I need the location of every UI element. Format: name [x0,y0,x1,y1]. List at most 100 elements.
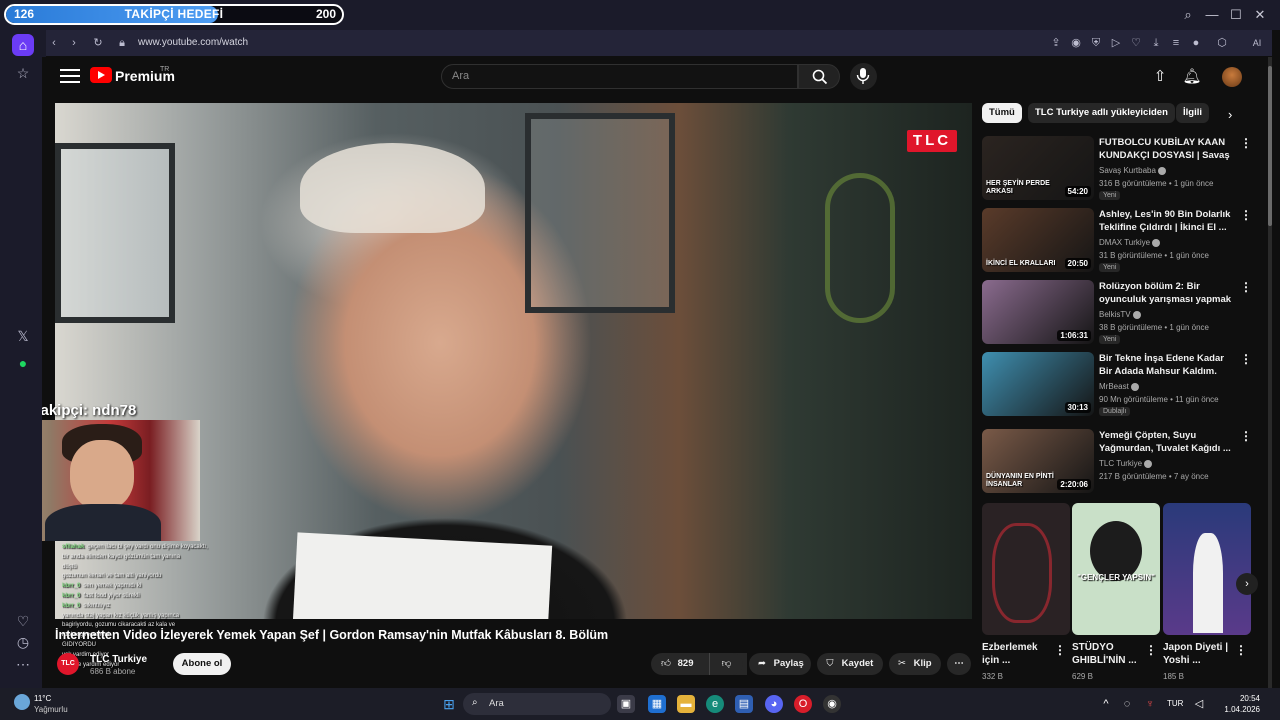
video-title-link[interactable]: Rolüzyon bölüm 2: Bir oyunculuk yarışmas… [1099,281,1232,307]
video-channel[interactable]: Savaş Kurtbaba [1099,166,1166,175]
video-player[interactable]: TLC [55,103,972,619]
short-more-icon[interactable]: ⋮ [1054,643,1066,657]
notifications-icon[interactable]: 🔔︎ [1182,67,1202,87]
recommended-video[interactable]: 1:06:31 Rolüzyon bölüm 2: Bir oyunculuk y… [982,280,1264,348]
channel-avatar[interactable]: TLC [57,653,79,675]
store-icon[interactable]: ▤ [735,695,753,713]
video-title-link[interactable]: Yemeği Çöpten, Suyu Yağmurdan, Tuvalet K… [1099,430,1232,455]
taskbar-search-input[interactable]: ⌕ Ara [463,693,611,715]
short-thumbnail[interactable] [982,503,1070,635]
short-title[interactable]: STÜDYO GHIBLİ'NİN ... [1072,641,1142,667]
short-more-icon[interactable]: ⋮ [1235,643,1247,657]
more-options-icon[interactable]: ⋮ [1240,280,1252,294]
weather-icon[interactable] [14,694,30,710]
snapshot-icon[interactable]: ◉ [1068,35,1084,51]
recommended-video[interactable]: HER ŞEYİN PERDE ARKASI 54:20 FUTBOLCU KUBİ… [982,136,1264,204]
video-thumbnail[interactable]: 30:13 [982,352,1094,416]
chevron-right-icon[interactable]: › [1228,107,1232,122]
home-icon[interactable]: ⌂ [12,34,34,56]
chip-from-uploader[interactable]: TLC Turkiye adlı yükleyiciden [1028,103,1175,123]
video-thumbnail[interactable]: İKİNCİ EL KRALLARI 20:50 [982,208,1094,272]
profile-icon[interactable]: ● [1188,35,1204,51]
weather-temp[interactable]: 11°C [34,694,51,703]
video-title-link[interactable]: Ashley, Les'in 90 Bin Dolarlık Teklifine… [1099,209,1232,234]
minimize-icon[interactable]: — [1203,6,1221,24]
voice-search-button[interactable] [850,63,877,90]
video-channel[interactable]: MrBeast [1099,382,1139,391]
video-channel[interactable]: DMAX Turkiye [1099,238,1161,247]
short-thumbnail[interactable]: "GENÇLER YAPSIN" [1072,503,1160,635]
account-avatar[interactable] [1222,67,1242,87]
shield-icon[interactable]: ⛨ [1088,35,1104,51]
widgets-icon[interactable]: ▦ [648,695,666,713]
windows-start-icon[interactable]: ⊞ [440,695,458,713]
search-input[interactable]: Ara [441,64,798,89]
network-tray-icon[interactable]: ◌ [1120,695,1134,713]
short-title[interactable]: Ezberlemek için ... [982,641,1052,667]
youtube-logo-icon[interactable] [90,67,112,83]
heart-icon[interactable]: ♡ [12,610,34,632]
menu-icon[interactable] [60,69,80,83]
clock-date[interactable]: 1.04.2026 [1220,705,1260,714]
more-actions-button[interactable]: ⋯ [947,653,971,675]
clip-button[interactable]: ✂ Klip [889,653,941,675]
back-icon[interactable]: ‹ [46,35,62,51]
save-button[interactable]: ⛉ Kaydet [817,653,883,675]
task-view-icon[interactable]: ▣ [617,695,635,713]
video-channel[interactable]: TLC Turkiye [1099,459,1153,468]
more-options-icon[interactable]: ⋮ [1240,352,1252,366]
more-options-icon[interactable]: ⋮ [1240,208,1252,222]
share-button[interactable]: ➦ Paylaş [749,653,811,675]
video-thumbnail[interactable]: HER ŞEYİN PERDE ARKASI 54:20 [982,136,1094,200]
video-title-link[interactable]: FUTBOLCU KUBİLAY KAAN KUNDAKÇI DOSYASI |… [1099,137,1232,163]
maximize-icon[interactable]: ☐ [1227,6,1245,24]
weather-desc[interactable]: Yağmurlu [34,705,68,714]
video-thumbnail[interactable]: 1:06:31 [982,280,1094,344]
close-icon[interactable]: ✕ [1251,6,1269,24]
input-language[interactable]: TUR [1167,699,1183,708]
chip-all[interactable]: Tümü [982,103,1022,123]
short-thumbnail[interactable] [1163,503,1251,635]
channel-name[interactable]: TLC Turkiye [90,654,147,665]
obs-icon[interactable]: ◉ [823,695,841,713]
easy-setup-icon[interactable]: ≡ [1168,35,1184,51]
forward-icon[interactable]: › [66,35,82,51]
chip-related[interactable]: İlgili [1176,103,1209,123]
browser-search-icon[interactable]: ⌕ [1179,6,1197,24]
upload-icon[interactable]: ⇧ [1150,67,1170,87]
short-title[interactable]: Japon Diyeti | Yoshi ... [1163,641,1233,667]
more-options-icon[interactable]: ⋮ [1240,429,1252,443]
discord-icon[interactable]: ◕ [765,695,783,713]
edge-icon[interactable]: e [706,695,724,713]
video-channel[interactable]: BelkisTV [1099,310,1141,319]
subscribe-button[interactable]: Abone ol [173,653,231,675]
spotify-icon[interactable]: ● [12,352,34,374]
download-icon[interactable]: ⤓ [1148,35,1164,51]
dislike-button[interactable]: 👎︎ [709,653,743,675]
more-icon[interactable]: ⋯ [12,653,34,675]
shorts-next-icon[interactable]: › [1236,573,1258,595]
opera-icon[interactable]: O [794,695,812,713]
speaker-tray-icon[interactable]: ◁ [1192,695,1206,713]
aria-ai-button[interactable]: AI [1244,35,1270,51]
clock-time[interactable]: 20:54 [1220,694,1260,703]
tray-chevron-icon[interactable]: ^ [1100,695,1112,713]
recommended-video[interactable]: 30:13 Bir Tekne İnşa Edene Kadar Bir Adad… [982,352,1264,420]
history-icon[interactable]: ◷ [12,631,34,653]
video-thumbnail[interactable]: DÜNYANIN EN PİNTİ İNSANLAR 2:20:06 [982,429,1094,493]
pinboard-icon[interactable]: ☆ [12,62,34,84]
video-title-link[interactable]: Bir Tekne İnşa Edene Kadar Bir Adada Mah… [1099,353,1232,378]
microphone-tray-icon[interactable]: ♆ [1143,695,1157,713]
favorite-icon[interactable]: ♡ [1128,35,1144,51]
short-more-icon[interactable]: ⋮ [1145,643,1157,657]
x-icon[interactable]: 𝕏 [12,325,34,347]
recommended-video[interactable]: DÜNYANIN EN PİNTİ İNSANLAR 2:20:06 Yemeği … [982,429,1264,497]
play-icon[interactable]: ▷ [1108,35,1124,51]
recommended-video[interactable]: İKİNCİ EL KRALLARI 20:50 Ashley, Les'in 90… [982,208,1264,276]
reload-icon[interactable]: ↻ [90,35,106,51]
url-text[interactable]: www.youtube.com/watch [138,37,248,48]
scrollbar-thumb[interactable] [1268,66,1272,226]
extensions-icon[interactable]: ⬡ [1214,35,1230,51]
share-page-icon[interactable]: ⇪ [1048,35,1064,51]
search-button[interactable] [798,64,840,89]
